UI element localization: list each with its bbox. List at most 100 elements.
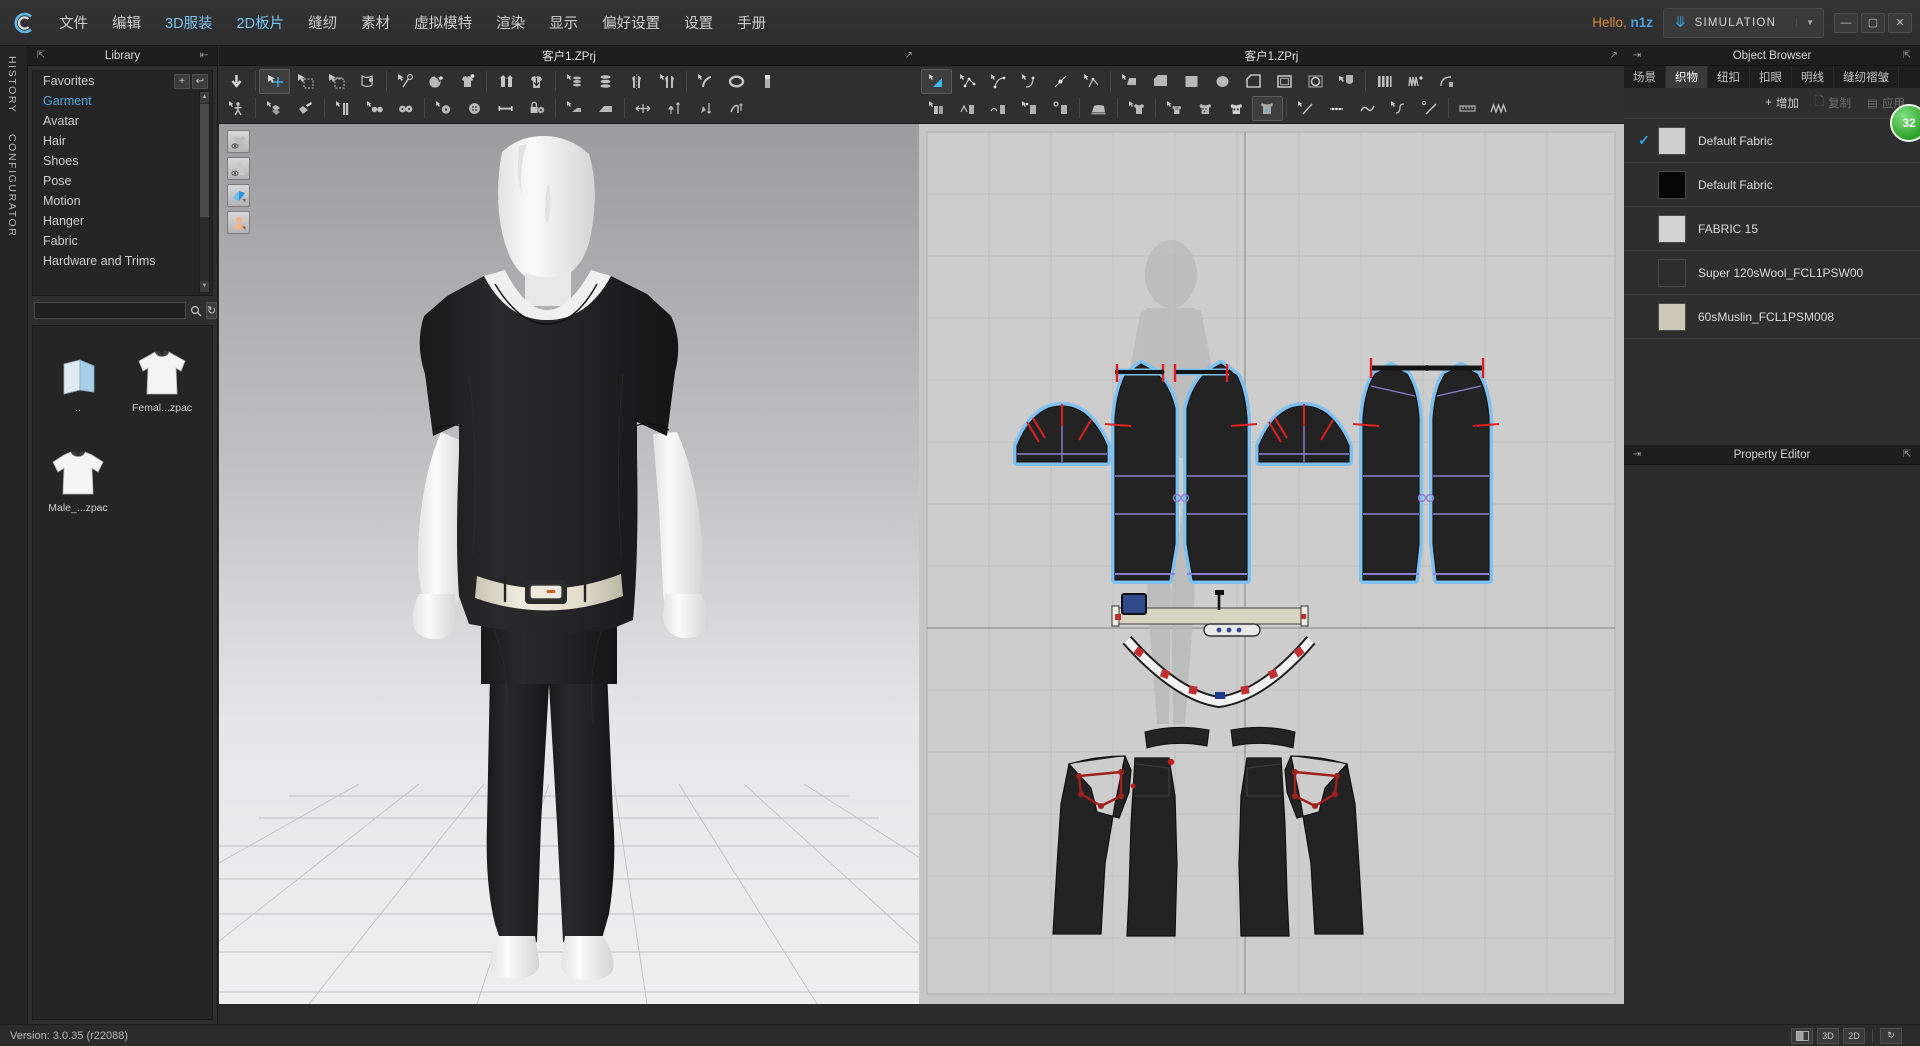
fold-arrangement-icon[interactable]: [421, 69, 452, 94]
library-item-motion[interactable]: Motion: [33, 191, 212, 211]
check-icon[interactable]: ✓: [1630, 132, 1658, 149]
trace-icon[interactable]: [1431, 69, 1462, 94]
sew-check-icon[interactable]: [1045, 96, 1076, 121]
menu-item-settings[interactable]: 设置: [673, 6, 724, 39]
grommet-icon[interactable]: [459, 96, 490, 121]
back-arrow-icon[interactable]: ↩: [192, 74, 208, 89]
minimize-button[interactable]: —: [1834, 13, 1858, 33]
pleat-icon[interactable]: [1369, 69, 1400, 94]
collapse-left-icon[interactable]: ⇤: [197, 50, 211, 61]
table-row[interactable]: Default Fabric: [1624, 163, 1920, 207]
edit-point-icon[interactable]: [952, 69, 983, 94]
menu-item-materials[interactable]: 素材: [350, 6, 401, 39]
buttonhole-pair-icon[interactable]: [390, 96, 421, 121]
sew-curve-icon[interactable]: [983, 96, 1014, 121]
measure-line-icon[interactable]: [1290, 96, 1321, 121]
ring-shape-icon[interactable]: [721, 69, 752, 94]
sew-free-icon[interactable]: [952, 96, 983, 121]
fabric-swatch[interactable]: [1658, 171, 1686, 199]
close-button[interactable]: ✕: [1888, 13, 1912, 33]
library-item-avatar[interactable]: Avatar: [33, 111, 212, 131]
transform-garment-icon[interactable]: [259, 69, 290, 94]
circle-shape-icon[interactable]: [1207, 69, 1238, 94]
measure-distance-icon[interactable]: [628, 96, 659, 121]
rectangle-shape-icon[interactable]: [1176, 69, 1207, 94]
symmetric-editing-icon[interactable]: [652, 69, 683, 94]
viewport-2d[interactable]: [919, 124, 1624, 1004]
fabric-apply-icon[interactable]: [1159, 96, 1190, 121]
zigzag-icon[interactable]: [1483, 96, 1514, 121]
table-row[interactable]: 60sMuslin_FCL1PSM008: [1624, 295, 1920, 339]
menu-item-edit[interactable]: 编辑: [101, 6, 152, 39]
flatten-layers-icon[interactable]: [559, 69, 590, 94]
snap-fastener-icon[interactable]: [428, 96, 459, 121]
expand-icon[interactable]: ↗: [1610, 50, 1618, 61]
edit-curve-point-icon[interactable]: [1014, 69, 1045, 94]
select-mesh-lasso-icon[interactable]: [321, 69, 352, 94]
select-mesh-box-icon[interactable]: [290, 69, 321, 94]
segment-measure-icon[interactable]: [1321, 96, 1352, 121]
sew-edit-icon[interactable]: [1014, 96, 1045, 121]
table-row[interactable]: ✓ Default Fabric: [1624, 119, 1920, 163]
search-icon[interactable]: [190, 302, 202, 319]
scrollbar-thumb[interactable]: [200, 104, 209, 217]
menu-item-render[interactable]: 渲染: [485, 6, 536, 39]
menu-item-3d-garment[interactable]: 3D服装: [154, 6, 224, 39]
collapse-right-icon[interactable]: ⇥: [1630, 50, 1644, 61]
toggle-texture-surface[interactable]: [227, 184, 250, 207]
library-item-pose[interactable]: Pose: [33, 171, 212, 191]
library-tree-scrollbar[interactable]: ▲ ▼: [199, 91, 210, 293]
menu-item-2d-pattern[interactable]: 2D板片: [226, 6, 296, 39]
menu-item-display[interactable]: 显示: [538, 6, 589, 39]
menu-item-file[interactable]: 文件: [48, 6, 99, 39]
vertical-tab-history[interactable]: HISTORY: [0, 46, 24, 124]
simulation-mode-selector[interactable]: ⤋ SIMULATION ▼: [1663, 8, 1824, 38]
symmetric-pair-icon[interactable]: [621, 69, 652, 94]
gradient-bar-icon[interactable]: [752, 69, 783, 94]
pleat-fold-icon[interactable]: [1400, 69, 1431, 94]
library-item-hardware-and-trims[interactable]: Hardware and Trims: [33, 251, 212, 271]
garment-pin-icon[interactable]: [452, 69, 483, 94]
tree-move-icon[interactable]: [721, 96, 752, 121]
menu-item-sewing[interactable]: 缝纫: [297, 6, 348, 39]
tree-scale-icon[interactable]: [659, 96, 690, 121]
pattern-curve-tool-icon[interactable]: [1383, 96, 1414, 121]
fabric-swatch[interactable]: [1658, 259, 1686, 287]
pattern-pen-icon[interactable]: [290, 96, 321, 121]
library-item-garment[interactable]: Garment: [33, 91, 212, 111]
avatar-pose-icon[interactable]: [221, 96, 252, 121]
maximize-button[interactable]: ▢: [1861, 13, 1885, 33]
sew-segment-icon[interactable]: [921, 96, 952, 121]
polyline-icon[interactable]: [1076, 69, 1107, 94]
tab-topstitch[interactable]: 明线: [1792, 66, 1834, 88]
duplicate-fabric-button[interactable]: 🗋 复制: [1808, 91, 1858, 116]
list-item[interactable]: Male_...zpac: [37, 434, 119, 518]
table-row[interactable]: Super 120sWool_FCL1PSW00: [1624, 251, 1920, 295]
simulate-arrow-icon[interactable]: [221, 69, 252, 94]
tree-rotate-icon[interactable]: [690, 96, 721, 121]
button-pair-icon[interactable]: [359, 96, 390, 121]
fabric-swatch[interactable]: [1658, 303, 1686, 331]
curve-edit-icon[interactable]: [690, 69, 721, 94]
tab-button[interactable]: 纽扣: [1708, 66, 1750, 88]
baseline-tool-icon[interactable]: [1414, 96, 1445, 121]
library-item-hanger[interactable]: Hanger: [33, 211, 212, 231]
cloth-plane-solid-icon[interactable]: [590, 96, 621, 121]
dart-icon[interactable]: [1331, 69, 1362, 94]
ruler-grade-icon[interactable]: [1452, 96, 1483, 121]
cloth-plane-icon[interactable]: [559, 96, 590, 121]
pin-tack-icon[interactable]: [390, 69, 421, 94]
edit-curve-icon[interactable]: [983, 69, 1014, 94]
inflate-garment-icon[interactable]: [490, 69, 521, 94]
topstitch-pattern-icon[interactable]: [1190, 96, 1221, 121]
search-input[interactable]: [34, 302, 186, 319]
collapse-right-icon[interactable]: ⇥: [1630, 449, 1644, 460]
lock-grommet-icon[interactable]: [521, 96, 552, 121]
iron-press-icon[interactable]: [1083, 96, 1114, 121]
view-2d-button[interactable]: 2D: [1843, 1028, 1865, 1044]
expand-icon[interactable]: ↗: [905, 50, 913, 61]
add-point-icon[interactable]: [1045, 69, 1076, 94]
deflate-garment-icon[interactable]: [521, 69, 552, 94]
tab-sewing-pucker[interactable]: 缝纫褶皱: [1834, 66, 1899, 88]
viewport-3d[interactable]: [219, 124, 919, 1004]
